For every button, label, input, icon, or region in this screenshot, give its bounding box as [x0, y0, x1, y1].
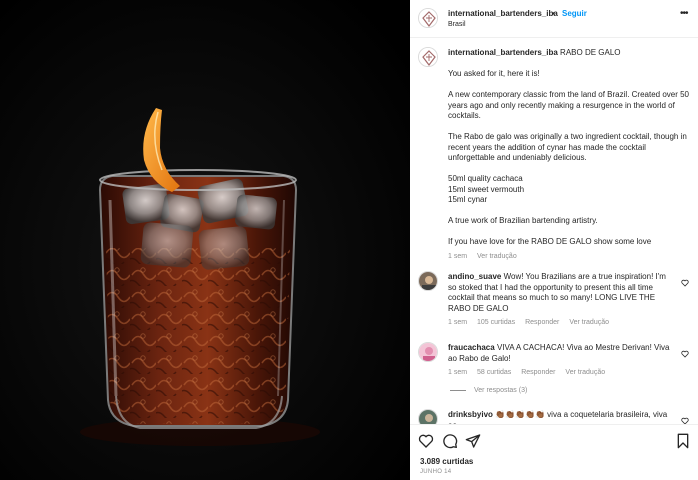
author-username[interactable]: international_bartenders_iba — [448, 9, 558, 18]
comment-time[interactable]: 1 sem — [448, 369, 467, 376]
comments-scroll-area[interactable]: international_bartenders_iba RABO DE GAL… — [410, 39, 698, 424]
author-avatar[interactable] — [418, 8, 438, 28]
caption-username[interactable]: international_bartenders_iba — [448, 48, 558, 57]
post-date[interactable]: JUNHO 14 — [420, 469, 451, 475]
translate-link[interactable]: Ver tradução — [569, 319, 609, 326]
caption-meta: 1 sem Ver tradução — [448, 252, 690, 263]
bookmark-icon[interactable] — [676, 433, 690, 449]
caption-paragraph: A true work of Brazilian bartending arti… — [448, 216, 598, 225]
ingredient-line: 15ml cynar — [448, 195, 488, 204]
caption-paragraph: A new contemporary classic from the land… — [448, 90, 689, 120]
replies-divider — [450, 389, 466, 391]
avatar-photo-icon — [419, 272, 437, 290]
post-actions-bar: 3.089 curtidas JUNHO 14 — [410, 424, 698, 480]
paper-plane-icon[interactable] — [465, 433, 481, 449]
ingredient-line: 50ml quality cachaca — [448, 174, 523, 183]
translate-link[interactable]: Ver tradução — [565, 369, 605, 376]
caption-time[interactable]: 1 sem — [448, 253, 467, 260]
post-location[interactable]: Brasil — [448, 21, 466, 28]
iba-logo-icon — [419, 9, 437, 27]
iba-logo-icon — [419, 48, 437, 66]
comment-icon[interactable] — [442, 433, 458, 449]
comment-username[interactable]: drinksbyivo — [448, 410, 493, 419]
post-header: international_bartenders_iba • Seguir Br… — [410, 0, 698, 38]
post-photo[interactable] — [0, 0, 410, 480]
view-replies-label: Ver respostas (3) — [474, 387, 528, 394]
commenter-avatar[interactable] — [418, 342, 438, 362]
translate-link[interactable]: Ver tradução — [477, 253, 517, 260]
comment-like-icon[interactable] — [681, 279, 689, 287]
view-replies-button[interactable]: Ver respostas (3) — [450, 387, 527, 394]
comment-like-icon[interactable] — [681, 350, 689, 358]
reply-button[interactable]: Responder — [521, 369, 555, 376]
avatar-photo-icon — [419, 343, 437, 361]
comment-username[interactable]: andino_suave — [448, 272, 501, 281]
caption-paragraph: The Rabo de galo was originally a two in… — [448, 132, 687, 162]
header-separator: • — [552, 9, 555, 18]
commenter-avatar[interactable] — [418, 409, 438, 424]
comment-like-icon[interactable] — [681, 417, 689, 424]
heart-icon[interactable] — [418, 433, 434, 449]
reply-button[interactable]: Responder — [525, 319, 559, 326]
comment-username[interactable]: fraucachaca — [448, 343, 495, 352]
likes-count[interactable]: 3.089 curtidas — [420, 457, 473, 466]
avatar-photo-icon — [419, 410, 437, 424]
caption-paragraph: If you have love for the RABO DE GALO sh… — [448, 237, 652, 246]
comment-meta: 1 sem 105 curtidas Responder Ver traduçã… — [448, 318, 674, 329]
caption-line: You asked for it, here it is! — [448, 69, 540, 78]
more-options-button[interactable]: ••• — [680, 8, 688, 19]
caption-avatar[interactable] — [418, 47, 438, 67]
comment-time[interactable]: 1 sem — [448, 319, 467, 326]
ingredient-line: 15ml sweet vermouth — [448, 184, 525, 194]
comment-likes[interactable]: 58 curtidas — [477, 369, 511, 376]
caption-title: RABO DE GALO — [560, 48, 621, 57]
caption-text: international_bartenders_iba RABO DE GAL… — [448, 48, 690, 262]
cocktail-image — [0, 0, 410, 480]
follow-button[interactable]: Seguir — [562, 9, 587, 18]
comment-meta: 1 sem 58 curtidas Responder Ver tradução — [448, 368, 674, 379]
comment-likes[interactable]: 105 curtidas — [477, 319, 515, 326]
commenter-avatar[interactable] — [418, 271, 438, 291]
post-side-panel: international_bartenders_iba • Seguir Br… — [410, 0, 698, 480]
